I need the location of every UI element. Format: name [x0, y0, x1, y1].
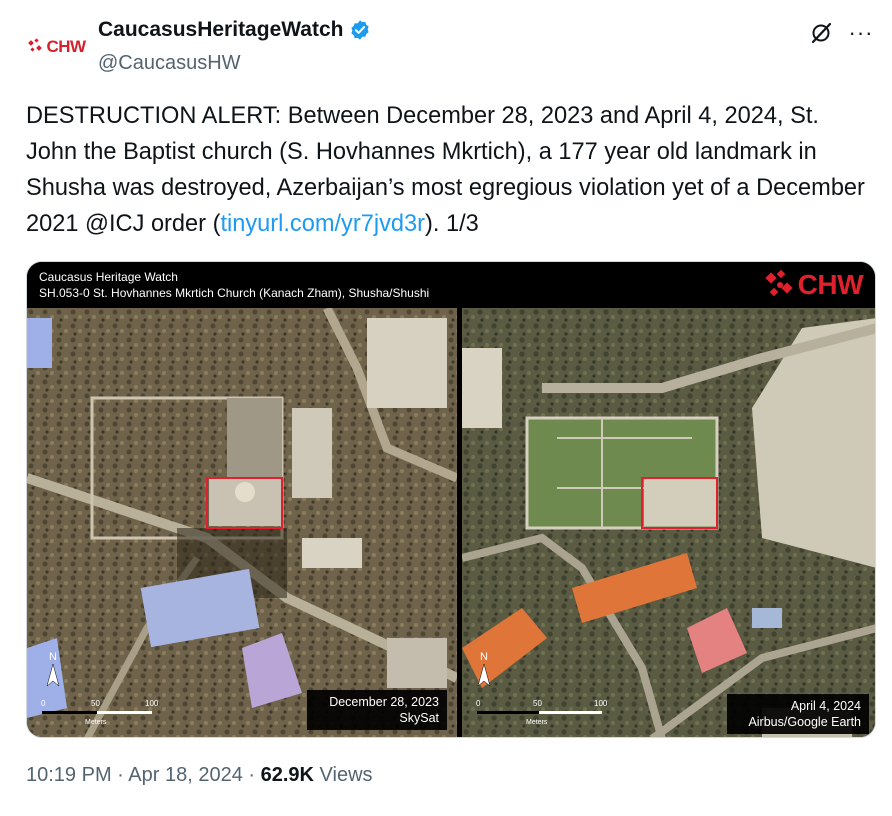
- satellite-image-before: N 0 50 100 Meters December 28, 2023 SkyS…: [27, 308, 457, 737]
- scale-100-right: 100: [594, 699, 608, 708]
- handle[interactable]: @CaucasusHW: [98, 52, 241, 75]
- avatar[interactable]: CHW: [26, 22, 88, 72]
- views-count[interactable]: 62.9K: [261, 764, 314, 786]
- image-caption-after: April 4, 2024 Airbus/Google Earth: [727, 694, 869, 734]
- north-label-left: N: [49, 651, 57, 663]
- media-header: Caucasus Heritage Watch SH.053-0 St. Hov…: [27, 262, 875, 308]
- verified-badge-icon: [351, 20, 370, 40]
- tweet-time[interactable]: 10:19 PM: [26, 764, 112, 786]
- caption-date-before: December 28, 2023: [329, 695, 439, 709]
- views-label: Views: [319, 764, 373, 786]
- chw-logo-icon: [764, 269, 793, 297]
- tweet-date[interactable]: Apr 18, 2024: [128, 764, 243, 786]
- satellite-image-after: N 0 50 100 Meters April 4, 2024 Airbus/G…: [462, 308, 875, 737]
- scale-50-left: 50: [91, 699, 100, 708]
- tweet-meta: 10:19 PM · Apr 18, 2024 · 62.9K Views: [26, 764, 373, 786]
- scale-0-right: 0: [476, 699, 481, 708]
- media-subtitle: SH.053-0 St. Hovhannes Mkrtich Church (K…: [39, 286, 430, 300]
- more-options-button[interactable]: ···: [846, 18, 876, 48]
- media-logo: CHW: [764, 268, 864, 302]
- tweet-text: DESTRUCTION ALERT: Between December 28, …: [26, 98, 876, 242]
- tweet-link[interactable]: tinyurl.com/yr7jvd3r: [220, 211, 425, 237]
- media-title: Caucasus Heritage Watch: [39, 270, 178, 284]
- scale-100-left: 100: [145, 699, 159, 708]
- tweet-media[interactable]: Caucasus Heritage Watch SH.053-0 St. Hov…: [26, 261, 876, 738]
- tweet: CHW CaucasusHeritageWatch @CaucasusHW ··…: [0, 0, 892, 816]
- caption-source-after: Airbus/Google Earth: [748, 715, 861, 729]
- display-name[interactable]: CaucasusHeritageWatch: [98, 18, 343, 42]
- north-label-right: N: [480, 651, 488, 663]
- caption-source-before: SkySat: [399, 711, 439, 725]
- scale-50-right: 50: [533, 699, 542, 708]
- grok-icon: [811, 22, 832, 44]
- tweet-text-end: ). 1/3: [424, 211, 479, 237]
- caption-date-after: April 4, 2024: [790, 699, 861, 713]
- scale-0-left: 0: [41, 699, 46, 708]
- grok-button[interactable]: [806, 18, 836, 48]
- scale-unit-left: Meters: [85, 719, 107, 726]
- scale-unit-right: Meters: [526, 719, 548, 726]
- media-logo-text: CHW: [797, 269, 864, 300]
- chw-logo-icon: [28, 37, 44, 57]
- avatar-text: CHW: [46, 37, 86, 56]
- image-caption-before: December 28, 2023 SkySat: [307, 690, 447, 730]
